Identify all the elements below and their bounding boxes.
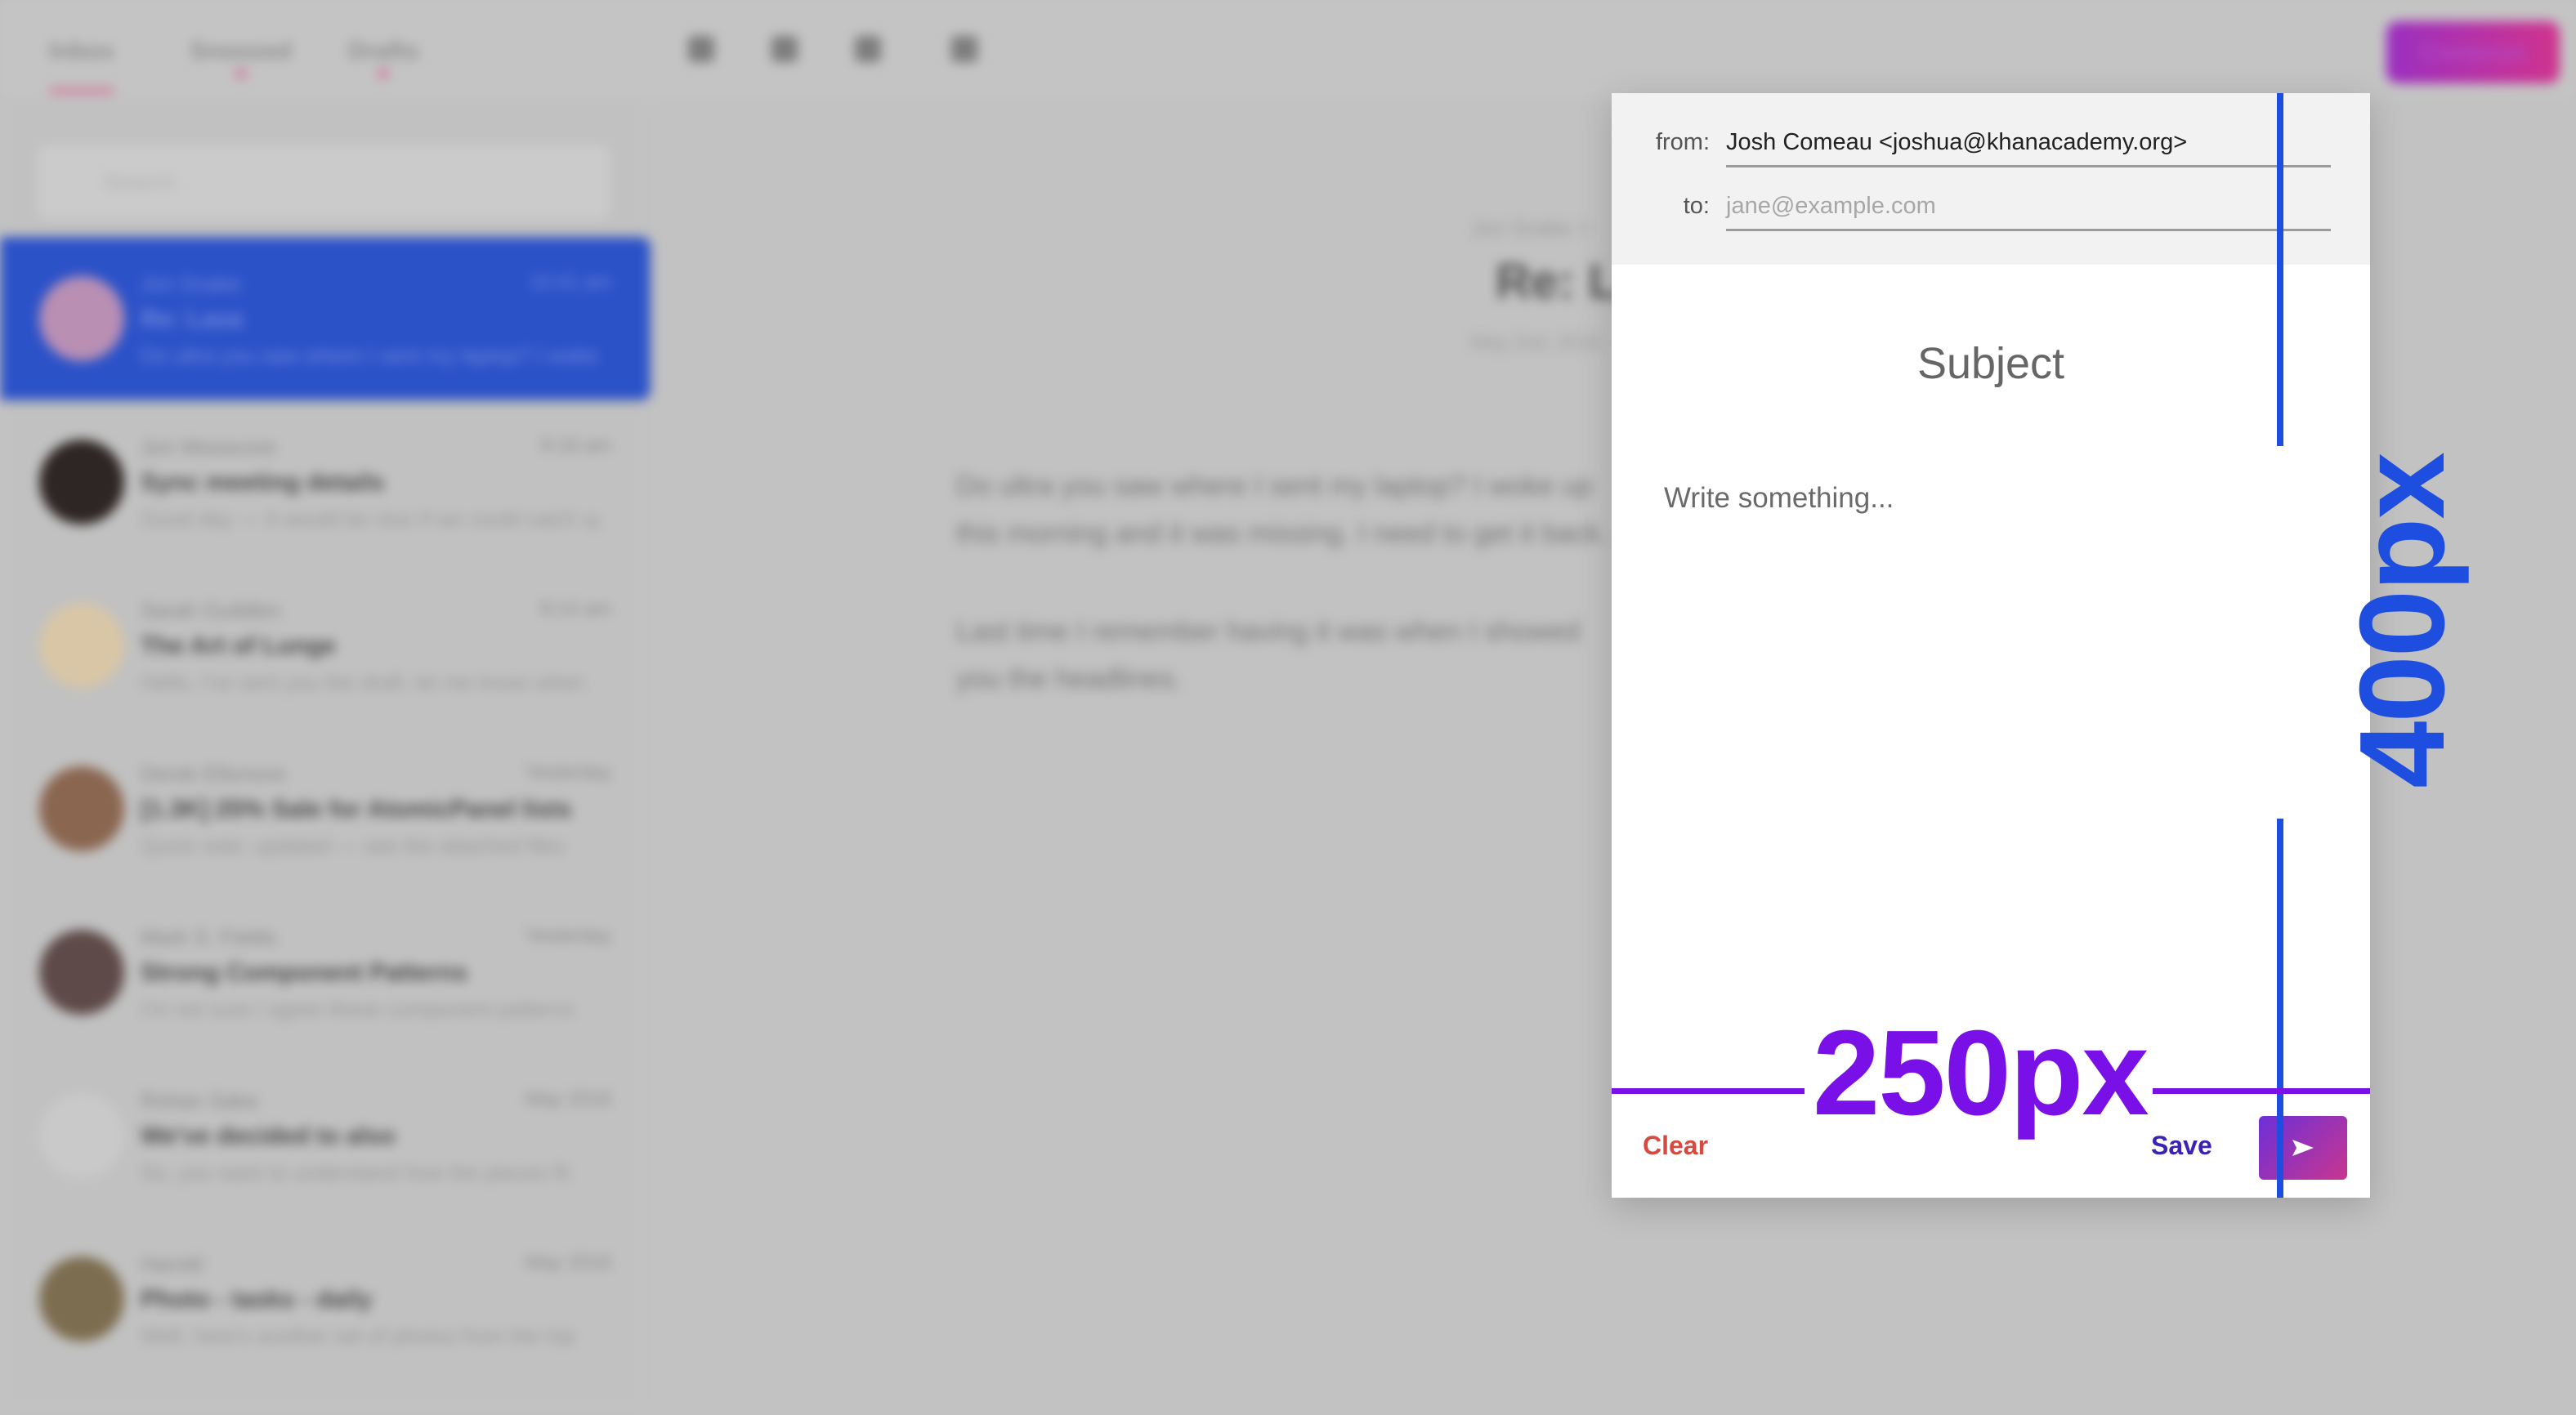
width-dimension-label: 250px: [1813, 1006, 2149, 1140]
width-dimension-line: [2153, 1088, 2370, 1094]
avatar: [39, 1257, 124, 1341]
mail-list-item[interactable]: Harold May 2016 Photo - tasks - daily We…: [0, 1217, 651, 1381]
mail-preview: So, you want to understand how the piece…: [141, 1160, 570, 1185]
mail-time: Yesterday: [525, 925, 611, 947]
mail-subject: Sync meeting details: [141, 469, 385, 496]
mail-preview: Good day — It would be nice if we could …: [141, 507, 598, 531]
mail-list-item[interactable]: Sarah Guildlen 8:14 am The Art of Lunge …: [0, 564, 651, 727]
mail-subject: Re: Lasa: [141, 306, 244, 333]
from-field[interactable]: Josh Comeau <joshua@khanacademy.org>: [1726, 129, 2187, 156]
save-button[interactable]: Save: [2151, 1131, 2212, 1161]
body-textarea[interactable]: Write something...: [1664, 482, 1894, 515]
mail-sender: Harold: [141, 1252, 203, 1276]
mail-list-item[interactable]: Jon Snake 10:41 am Re: Lasa Do ultra you…: [0, 237, 651, 400]
send-arrow-icon: [2292, 1140, 2314, 1156]
compose-button[interactable]: Compose: [2386, 21, 2560, 83]
tab-drafts[interactable]: Drafts: [348, 38, 419, 78]
tab-badge-dot: [235, 69, 246, 78]
mail-subject: [1.3K] 25% Sale for AtomicPanel lists: [141, 796, 572, 823]
tab-badge-dot: [378, 69, 389, 78]
mail-preview: Well, here's another set of photos from …: [141, 1323, 575, 1348]
tab-drafts-label: Drafts: [348, 38, 419, 65]
mail-sender: Jon Wooscore: [141, 435, 276, 459]
compose-header: from: Josh Comeau <joshua@khanacademy.or…: [1612, 93, 2370, 265]
trash-icon[interactable]: [951, 36, 977, 62]
mail-list-item[interactable]: Rohan Saka May 2016 We've decided to als…: [0, 1054, 651, 1217]
mail-sender: Rohan Saka: [141, 1088, 258, 1113]
tab-snoozed[interactable]: Snoozed: [190, 38, 292, 78]
mail-subject: We've decided to also: [141, 1123, 396, 1149]
avatar: [39, 440, 124, 524]
mail-list-item[interactable]: Derek Ellsmore Yesterday [1.3K] 25% Sale…: [0, 727, 651, 891]
subject-input[interactable]: Subject: [1612, 338, 2370, 389]
mail-time: 8:14 am: [540, 598, 611, 620]
avatar: [39, 930, 124, 1015]
mail-preview: Quick note: updated — see the attached f…: [141, 833, 565, 858]
avatar: [39, 766, 124, 851]
mail-sender: Sarah Guildlen: [141, 598, 281, 623]
archive-icon[interactable]: [855, 36, 881, 62]
top-bar: Inbox Snoozed Drafts Compose: [0, 0, 2576, 98]
mail-time: May 2016: [525, 1088, 611, 1110]
tab-active-indicator: [49, 88, 114, 93]
mail-time: May 2016: [525, 1252, 611, 1274]
to-label: to:: [1683, 193, 1710, 219]
reader-paragraph: Last time I remember having it was when …: [956, 616, 1581, 694]
from-label: from:: [1655, 129, 1710, 155]
mail-time: Yesterday: [525, 761, 611, 783]
to-underline: [1726, 229, 2331, 231]
clear-button[interactable]: Clear: [1643, 1131, 1708, 1161]
mail-list-item[interactable]: Jon Wooscore 9:18 am Sync meeting detail…: [0, 400, 651, 564]
to-field[interactable]: jane@example.com: [1726, 193, 1936, 220]
mail-sender: Jon Snake: [141, 271, 241, 296]
mail-time: 10:41 am: [529, 271, 611, 293]
mail-subject: Strong Component Patterns: [141, 959, 468, 986]
forward-icon[interactable]: [771, 36, 798, 62]
height-dimension-line: [2277, 819, 2283, 1198]
mail-time: 9:18 am: [540, 435, 611, 457]
tab-snoozed-label: Snoozed: [190, 38, 292, 65]
height-dimension-label: 400px: [2335, 453, 2470, 788]
mail-sender: Mark S. Fields: [141, 925, 277, 949]
mail-preview: Do ultra you saw where I sent my laptop?…: [141, 343, 598, 368]
tab-inbox[interactable]: Inbox: [49, 38, 114, 93]
reader-breadcrumb: Jon Snake >: [1471, 216, 1590, 240]
search-input[interactable]: Search: [38, 145, 610, 219]
avatar: [39, 276, 124, 361]
reader-date: May 2nd, 2016: [1471, 332, 1601, 354]
mail-subject: Photo - tasks - daily: [141, 1286, 373, 1313]
mail-sidebar: Search Jon Snake 10:41 am Re: Lasa Do ul…: [0, 98, 651, 1415]
from-underline: [1726, 165, 2331, 167]
width-dimension-line: [1612, 1088, 1805, 1094]
mail-preview: Hello, I've sent you the draft, let me k…: [141, 670, 586, 694]
mail-subject: The Art of Lunge: [141, 632, 336, 659]
mail-list-item[interactable]: Mark S. Fields Yesterday Strong Componen…: [0, 891, 651, 1054]
send-button[interactable]: [2259, 1116, 2347, 1180]
avatar: [39, 603, 124, 688]
mail-preview: I'm not sure I agree these component pat…: [141, 997, 575, 1021]
tab-inbox-label: Inbox: [49, 38, 114, 65]
mail-sender: Derek Ellsmore: [141, 761, 286, 786]
reader-paragraph: Do ultra you saw where I sent my laptop?…: [956, 471, 1608, 549]
reply-icon[interactable]: [688, 36, 714, 62]
height-dimension-line: [2277, 93, 2283, 446]
avatar: [39, 1093, 124, 1178]
